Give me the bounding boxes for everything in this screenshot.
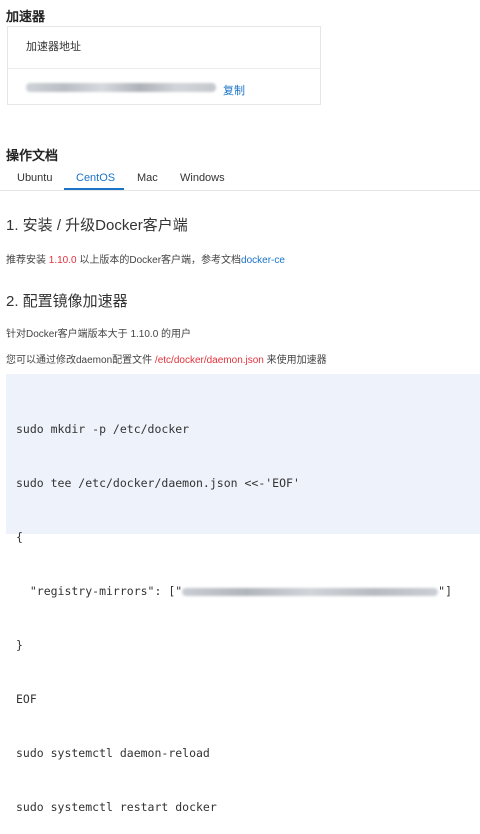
daemon-config-path: /etc/docker/daemon.json [154,355,264,366]
code-line: sudo mkdir -p /etc/docker [16,422,190,436]
copy-button[interactable]: 复制 [223,82,245,98]
tab-windows[interactable]: Windows [180,172,225,184]
code-line-registry-mirrors: "registry-mirrors": [" "] [16,582,480,600]
os-tab-bar: Ubuntu CentOS Mac Windows [0,168,480,191]
accelerator-address-row: 复制 [8,69,320,106]
code-line: sudo tee /etc/docker/daemon.json <<-'EOF… [16,476,300,490]
step2-note-version: 针对Docker客户端版本大于 1.10.0 的用户 [6,329,192,340]
code-line: sudo systemctl daemon-reload [16,746,210,760]
accelerator-address-header: 加速器地址 [8,27,320,69]
tab-ubuntu[interactable]: Ubuntu [17,172,52,184]
step2-note-prefix: 您可以通过修改daemon配置文件 [6,355,155,366]
accelerator-section-title: 加速器 [6,9,46,24]
accelerator-card: 加速器地址 复制 [7,26,321,105]
code-line: { [16,530,23,544]
step1-heading: 1. 安装 / 升级Docker客户端 [6,217,188,234]
code-line: EOF [16,692,37,706]
docker-ce-link[interactable]: docker-ce [241,255,285,266]
step1-description: 推荐安装 1.10.0 以上版本的Docker客户端，参考文档docker-ce [6,251,285,266]
mirror-url-redacted [182,587,439,596]
registry-mirrors-key: "registry-mirrors": [" [16,584,183,598]
tab-mac[interactable]: Mac [137,172,158,184]
code-line: sudo systemctl restart docker [16,800,217,814]
step1-text-middle: 以上版本的Docker客户端，参考文档 [76,255,242,266]
step2-note-suffix: 来使用加速器 [263,355,327,366]
config-code-block[interactable]: sudo mkdir -p /etc/docker sudo tee /etc/… [6,374,480,814]
docs-section-title: 操作文档 [6,148,59,163]
active-tab-indicator [64,188,124,190]
tab-centos[interactable]: CentOS [76,172,115,184]
registry-mirrors-close: "] [438,584,453,598]
step2-heading: 2. 配置镜像加速器 [6,293,128,310]
code-line: } [16,638,23,652]
recommended-version: 1.10.0 [48,255,77,266]
step1-text-prefix: 推荐安装 [6,255,49,266]
accelerator-address-redacted [26,83,216,92]
step2-note-config: 您可以通过修改daemon配置文件 /etc/docker/daemon.jso… [6,351,327,366]
